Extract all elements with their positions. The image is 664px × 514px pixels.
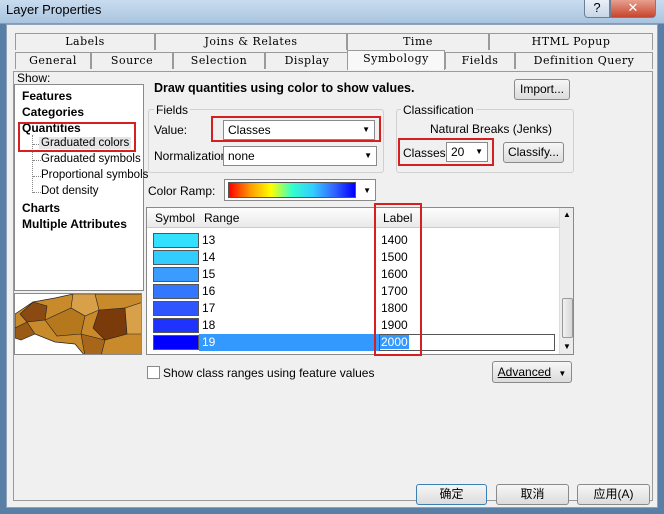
range-cell: 19 <box>202 335 216 349</box>
title-bar: Layer Properties ? ✕ <box>0 0 664 24</box>
help-button[interactable]: ? <box>584 0 610 18</box>
scroll-thumb[interactable] <box>562 298 573 338</box>
tree-item-charts[interactable]: Charts <box>22 201 60 215</box>
import-button[interactable]: Import... <box>514 79 570 100</box>
highlight-value <box>211 116 381 142</box>
table-row-selected[interactable]: 19 2000 <box>147 334 559 351</box>
tree-item-proportional-symbols[interactable]: Proportional symbols <box>41 169 148 181</box>
show-ranges-checkbox[interactable] <box>147 366 160 379</box>
table-scrollbar[interactable]: ▲ ▼ <box>559 208 573 354</box>
tab-selection[interactable]: Selection <box>173 52 265 69</box>
classification-group-title: Classification <box>401 103 476 117</box>
tab-general[interactable]: General <box>15 52 91 69</box>
range-cell: 17 <box>202 301 216 315</box>
table-row[interactable]: 13 1400 <box>147 232 559 249</box>
tree-connector <box>33 192 41 193</box>
range-cell: 15 <box>202 267 216 281</box>
tab-html-popup[interactable]: HTML Popup <box>489 33 653 50</box>
advanced-label: Advanced <box>497 365 552 379</box>
range-cell: 16 <box>202 284 216 298</box>
classification-method: Natural Breaks (Jenks) <box>430 122 553 136</box>
tab-source[interactable]: Source <box>91 52 173 69</box>
tree-item-categories[interactable]: Categories <box>22 105 84 119</box>
chevron-down-icon: ▼ <box>364 151 372 160</box>
table-row[interactable]: 17 1800 <box>147 300 559 317</box>
class-table[interactable]: Symbol Range Label 13 1400 14 1500 15 16… <box>146 207 574 355</box>
tree-item-graduated-symbols[interactable]: Graduated symbols <box>41 153 141 165</box>
table-row[interactable]: 15 1600 <box>147 266 559 283</box>
cancel-button[interactable]: 取消 <box>496 484 569 505</box>
advanced-button[interactable]: Advanced ▼ <box>492 361 572 383</box>
tab-symbology[interactable]: Symbology <box>347 50 445 70</box>
fields-group-title: Fields <box>154 103 191 117</box>
highlight-quantities <box>18 122 136 152</box>
table-header: Symbol Range Label <box>147 208 559 228</box>
table-row[interactable]: 16 1700 <box>147 283 559 300</box>
selection-highlight <box>199 334 379 351</box>
color-ramp-preview <box>228 182 356 198</box>
show-label: Show: <box>17 71 51 85</box>
header-symbol[interactable]: Symbol <box>155 211 195 225</box>
ok-button[interactable]: 确定 <box>416 484 487 505</box>
tab-definition-query[interactable]: Definition Query <box>515 52 653 69</box>
scroll-up-icon[interactable]: ▲ <box>563 210 571 219</box>
tab-fields[interactable]: Fields <box>445 52 515 69</box>
highlight-classes <box>398 138 494 166</box>
tab-joins-relates[interactable]: Joins & Relates <box>155 33 347 50</box>
symbol-swatch[interactable] <box>153 301 199 316</box>
scroll-down-icon[interactable]: ▼ <box>563 342 571 351</box>
normalization-dropdown[interactable]: none ▼ <box>223 146 377 166</box>
apply-button[interactable]: 应用(A) <box>577 484 650 505</box>
header-range[interactable]: Range <box>204 211 239 225</box>
table-row[interactable]: 18 1900 <box>147 317 559 334</box>
window-title: Layer Properties <box>6 2 102 17</box>
range-cell: 14 <box>202 250 216 264</box>
tree-connector <box>33 176 41 177</box>
symbol-swatch[interactable] <box>153 233 199 248</box>
highlight-label-column <box>374 203 422 356</box>
tree-connector <box>33 160 41 161</box>
show-tree[interactable]: Features Categories Quantities Graduated… <box>14 84 148 291</box>
tree-item-features[interactable]: Features <box>22 89 72 103</box>
range-cell: 13 <box>202 233 216 247</box>
range-cell: 18 <box>202 318 216 332</box>
chevron-down-icon: ▼ <box>363 186 371 195</box>
tree-item-dot-density[interactable]: Dot density <box>41 185 99 197</box>
symbol-swatch[interactable] <box>153 318 199 333</box>
value-label: Value: <box>154 123 188 137</box>
symbol-swatch[interactable] <box>153 335 199 350</box>
symbol-swatch[interactable] <box>153 250 199 265</box>
normalization-dropdown-text: none <box>228 149 255 163</box>
classify-button[interactable]: Classify... <box>503 142 564 163</box>
renderer-description: Draw quantities using color to show valu… <box>154 81 415 95</box>
map-preview <box>14 293 142 355</box>
normalization-label: Normalization: <box>154 149 231 163</box>
tree-item-multiple-attributes[interactable]: Multiple Attributes <box>22 217 127 231</box>
chevron-down-icon: ▼ <box>558 369 567 378</box>
symbol-swatch[interactable] <box>153 267 199 282</box>
tab-display[interactable]: Display <box>265 52 349 69</box>
tab-labels[interactable]: Labels <box>15 33 155 50</box>
table-row[interactable]: 14 1500 <box>147 249 559 266</box>
close-button[interactable]: ✕ <box>610 0 656 18</box>
tab-time[interactable]: Time <box>347 33 489 50</box>
color-ramp-label: Color Ramp: <box>148 184 216 198</box>
show-ranges-label: Show class ranges using feature values <box>163 366 375 380</box>
symbol-swatch[interactable] <box>153 284 199 299</box>
